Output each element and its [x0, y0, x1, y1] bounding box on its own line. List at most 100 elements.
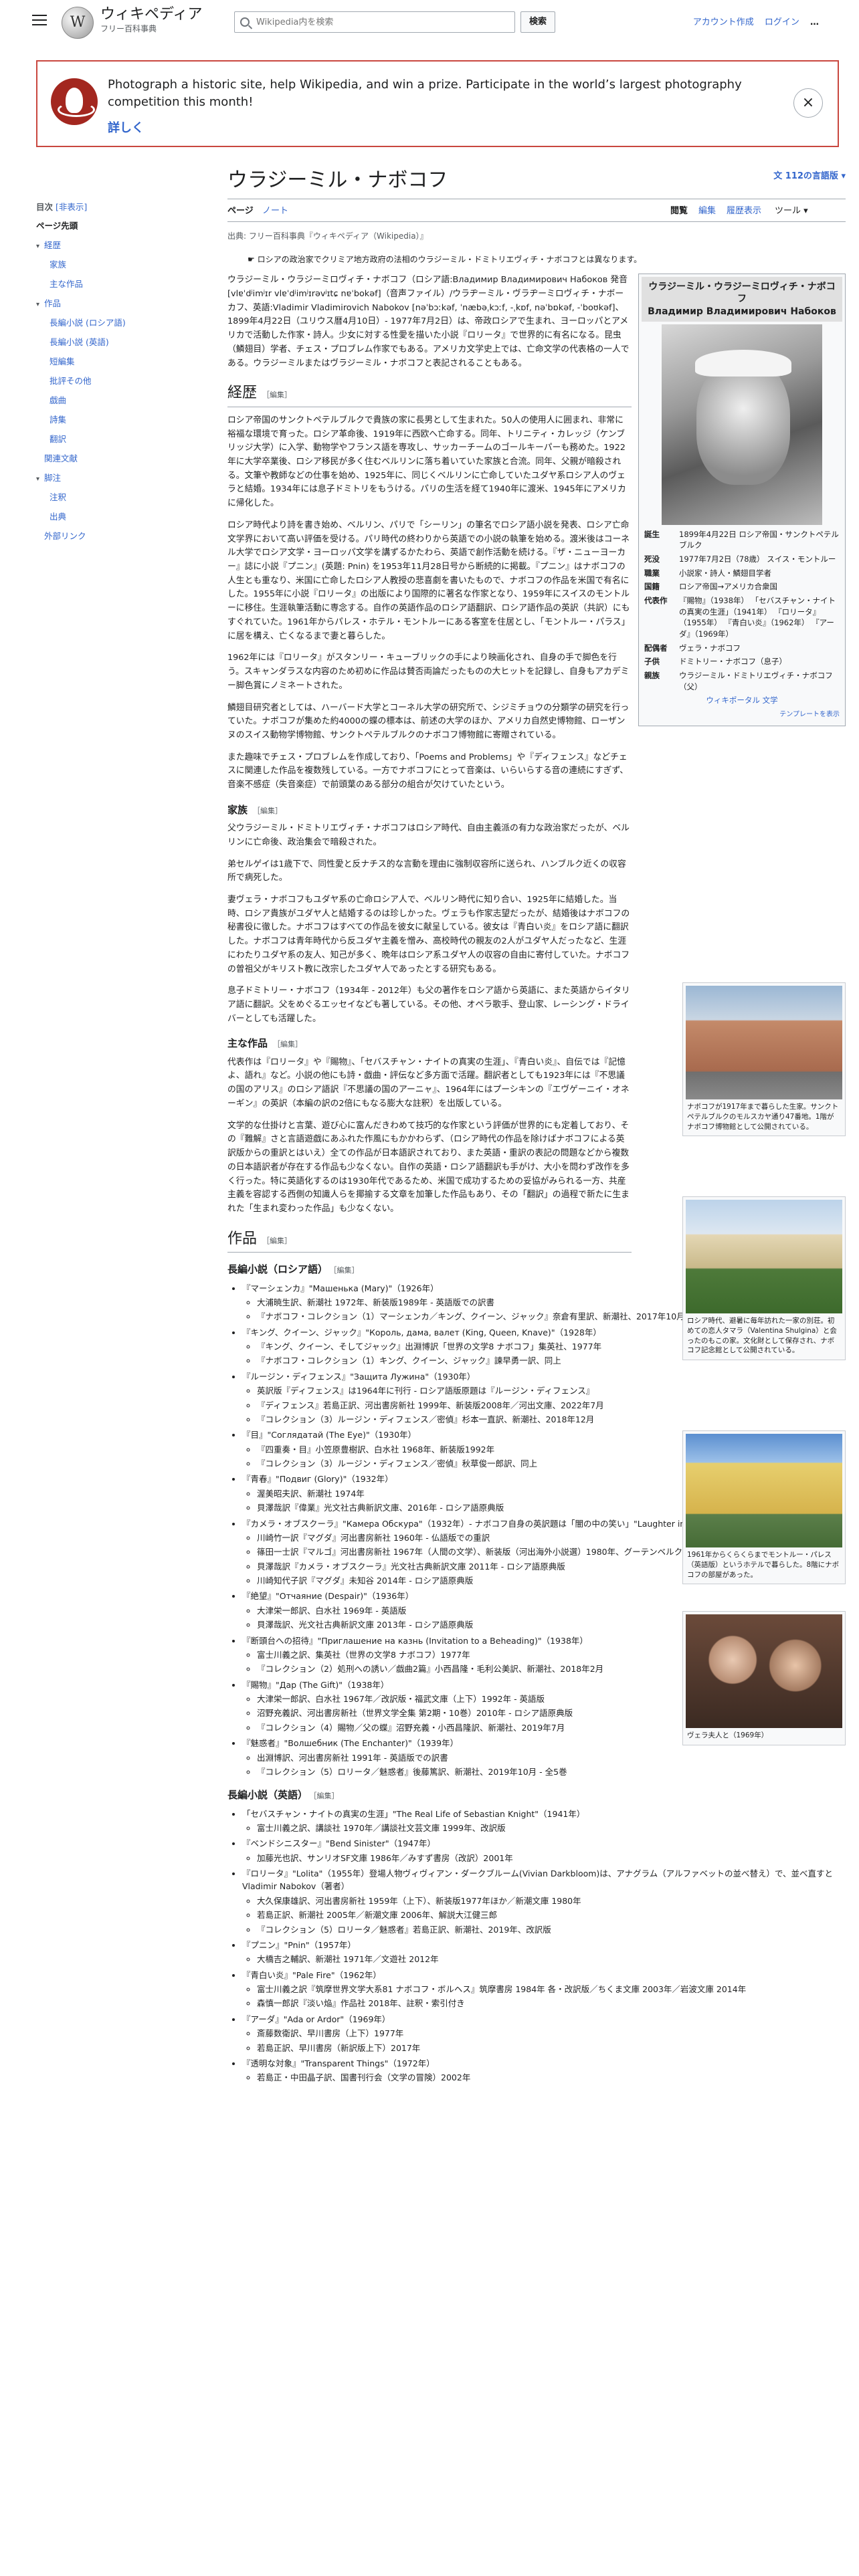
work-title[interactable]: 『プニン』"Pnin"（1957年） [242, 1940, 356, 1950]
hatnote-text: ロシアの政治家でクリミア地方政府の法相のウラジーミル・ドミトリエヴィチ・ナボコフ… [257, 254, 642, 264]
tab-tools[interactable]: ツール ▾ [775, 205, 808, 218]
work-title[interactable]: 『青春』"Подвиг (Glory)"（1932年） [242, 1474, 393, 1484]
toc-item[interactable]: 家族 [36, 255, 197, 274]
infobox-portal[interactable]: ウィキポータル 文学 [642, 693, 842, 708]
toc-item[interactable]: 長編小説 (英語) [36, 332, 197, 352]
edit-section-link[interactable]: ［編集］ [333, 1266, 359, 1275]
chevron-down-icon[interactable]: ▾ [36, 469, 44, 489]
infobox-rows: 誕生 1899年4月22日 ロシア帝国・サンクトペテルブルク 死没 1977年7月2日… [642, 528, 842, 694]
article: ウラジーミル・ナボコフ 文 112の言語版 ▾ ページ ノート 閲覧 編集 履歴… [227, 160, 846, 2087]
estate-photo[interactable] [686, 1200, 842, 1314]
template-link[interactable]: テンプレートを表示 [642, 708, 842, 723]
translation-item: 富士川義之訳、講談社 1970年／講談社文芸文庫 1999年、改訳版 [257, 1822, 846, 1834]
work-item: 『ルージン・ディフェンス』"Защита Лужина"（1930年） 英訳版『デ… [242, 1370, 846, 1426]
toc-item[interactable]: ページ先頭 [36, 216, 197, 235]
translation-item: 『コレクション（5）ロリータ／魅惑者』後藤篤訳、新潮社、2019年10月 - 全… [257, 1765, 846, 1778]
language-count: 112の言語版 [785, 171, 838, 181]
edit-section-link[interactable]: ［編集］ [262, 1237, 292, 1245]
figure-caption: ナボコフが1917年まで暮らした生家。サンクトペテルブルクのモルスカヤ通り47番… [687, 1103, 839, 1131]
vera-photo[interactable] [686, 1614, 842, 1729]
page-title: ウラジーミル・ナボコフ [227, 166, 846, 199]
works-en-list: 「セバスチャン・ナイトの真実の生涯」"The Real Life of Seba… [227, 1808, 846, 2084]
toc-item[interactable]: 長編小説 (ロシア語) [36, 313, 197, 332]
work-item: 『ベンドシニスター』"Bend Sinister"（1947年） 加藤光也訳、サン… [242, 1837, 846, 1864]
tab-edit[interactable]: 編集 [698, 205, 716, 218]
toc-item[interactable]: 関連文献 [36, 449, 197, 468]
toc-item[interactable]: 出典 [36, 507, 197, 526]
work-title[interactable]: 『絶望』"Отчаяние (Despair)"（1936年） [242, 1591, 413, 1601]
tab-history[interactable]: 履歴表示 [727, 205, 761, 218]
work-title[interactable]: 『マーシェンカ』"Машенька (Mary)"（1926年） [242, 1283, 439, 1293]
chevron-down-icon[interactable]: ▾ [36, 295, 44, 314]
translation-item: 斎藤数衛訳、早川書房（上下）1977年 [257, 2027, 846, 2040]
toc-item[interactable]: 短編集 [36, 352, 197, 371]
infobox-key: 職業 [644, 568, 660, 578]
work-title[interactable]: 『キング、クイーン、ジャック』"Король, дама, валет (Kin… [242, 1327, 601, 1337]
toc-item-label: 翻訳 [50, 434, 67, 445]
more-options-icon[interactable]: … [810, 17, 819, 27]
infobox-value: 小説家・詩人・鱗翅目学者 [679, 568, 771, 578]
tab-talk[interactable]: ノート [262, 205, 288, 218]
login-link[interactable]: ログイン [765, 17, 799, 27]
portrait-photo[interactable] [662, 324, 822, 525]
toc-item-label: 批評その他 [50, 376, 92, 387]
site-logo-text[interactable]: ウィキペディア フリー百科事典 [100, 5, 202, 33]
career-paragraph: ロシア時代より詩を書き始め、ベルリン、パリで「シーリン」の筆名でロシア語小説を発… [227, 520, 630, 641]
create-account-link[interactable]: アカウント作成 [693, 17, 754, 27]
main-menu-icon[interactable] [32, 15, 47, 25]
search-button[interactable]: 検索 [520, 11, 556, 33]
work-title[interactable]: 『目』"Соглядатай (The Eye)"（1930年） [242, 1430, 416, 1440]
search-input[interactable] [255, 16, 496, 28]
work-title[interactable]: 『青白い炎』"Pale Fire"（1962年） [242, 1970, 381, 1980]
edit-section-link[interactable]: ［編集］ [273, 1040, 302, 1049]
toc-item[interactable]: 注釈 [36, 488, 197, 507]
portal-link[interactable]: ウィキポータル 文学 [644, 695, 840, 706]
infobox-value: ロシア帝国→アメリカ合衆国 [679, 582, 778, 592]
toc-item-label: 短編集 [50, 356, 75, 367]
work-title[interactable]: 『アーダ』"Ada or Ardor"（1969年） [242, 2014, 390, 2024]
toc-item[interactable]: 外部リンク [36, 526, 197, 546]
work-title[interactable]: 『ロリータ』"Lolita"（1955年）登場人物ヴィヴィアン・ダークブルーム(… [242, 1868, 833, 1891]
chevron-down-icon[interactable]: ▾ [36, 237, 44, 256]
toc-item[interactable]: 詩集 [36, 410, 197, 429]
campaign-banner: Photograph a historic site, help Wikiped… [36, 60, 839, 147]
work-title[interactable]: 『カメラ・オブスクーラ』"Камера Обскура"（1932年）- ナボコ… [242, 1519, 728, 1529]
toc-item[interactable]: 主な作品 [36, 274, 197, 294]
work-title[interactable]: 『ルージン・ディフェンス』"Защита Лужина"（1930年） [242, 1372, 475, 1382]
work-title[interactable]: 『透明な対象』"Transparent Things"（1972年） [242, 2058, 435, 2068]
toc-item[interactable]: ▾ 作品 [36, 294, 197, 313]
section-career-heading: 経歴 ［編集］ [227, 381, 632, 407]
toc-item[interactable]: 批評その他 [36, 371, 197, 391]
site-header: W ウィキペディア フリー百科事典 検索 アカウント作成 ログイン … [0, 0, 859, 48]
language-button[interactable]: 文 112の言語版 ▾ [773, 170, 846, 183]
tab-read[interactable]: 閲覧 [670, 205, 688, 218]
edit-section-link[interactable]: ［編集］ [262, 391, 292, 399]
banner-more-link[interactable]: 詳しく [108, 119, 144, 138]
infobox-key: 代表作 [644, 596, 668, 606]
toc-item[interactable]: 翻訳 [36, 429, 197, 449]
work-title[interactable]: 『断頭台への招待』"Приглашение на казнь (Invitati… [242, 1636, 588, 1646]
work-title[interactable]: 『賜物』"Дар (The Gift)"（1938年） [242, 1680, 389, 1690]
work-title[interactable]: 『魅惑者』"Волшебник (The Enchanter)"（1939年） [242, 1738, 458, 1748]
edit-section-link[interactable]: ［編集］ [253, 807, 282, 815]
infobox-key: 配偶者 [644, 643, 668, 653]
montreux-photo[interactable] [686, 1434, 842, 1548]
infobox-row: 配偶者 ヴェラ・ナボコフ [642, 641, 842, 655]
translation-item: 森慎一郎訳『淡い焔』作品社 2018年、註釈・索引付き [257, 1997, 846, 2010]
edit-section-link[interactable]: ［編集］ [313, 1792, 339, 1800]
tab-page[interactable]: ページ [227, 205, 254, 218]
wikipedia-logo-icon[interactable]: W [62, 7, 94, 39]
infobox-value: 『賜物』（1938年） 「セバスチャン・ナイトの真実の生涯」（1941年） 『ロ… [679, 596, 836, 639]
toc-item[interactable]: ▾ 脚注 [36, 468, 197, 488]
toc-item[interactable]: ▾ 経歴 [36, 235, 197, 255]
toc-title: 目次 [非表示] [36, 201, 197, 213]
work-title[interactable]: 『ベンドシニスター』"Bend Sinister"（1947年） [242, 1838, 436, 1848]
toc-item[interactable]: 戯曲 [36, 391, 197, 410]
toc-hide-button[interactable]: [非表示] [56, 202, 87, 212]
section-main-works-title: 主な作品 [227, 1037, 268, 1050]
translation-item: 若島正・中田晶子訳、国書刊行会（文学の冒険）2002年 [257, 2071, 846, 2084]
search-box [234, 11, 515, 33]
close-icon[interactable]: × [793, 88, 823, 118]
work-title[interactable]: 「セバスチャン・ナイトの真実の生涯」"The Real Life of Seba… [242, 1809, 585, 1819]
birthplace-photo[interactable] [686, 986, 842, 1100]
